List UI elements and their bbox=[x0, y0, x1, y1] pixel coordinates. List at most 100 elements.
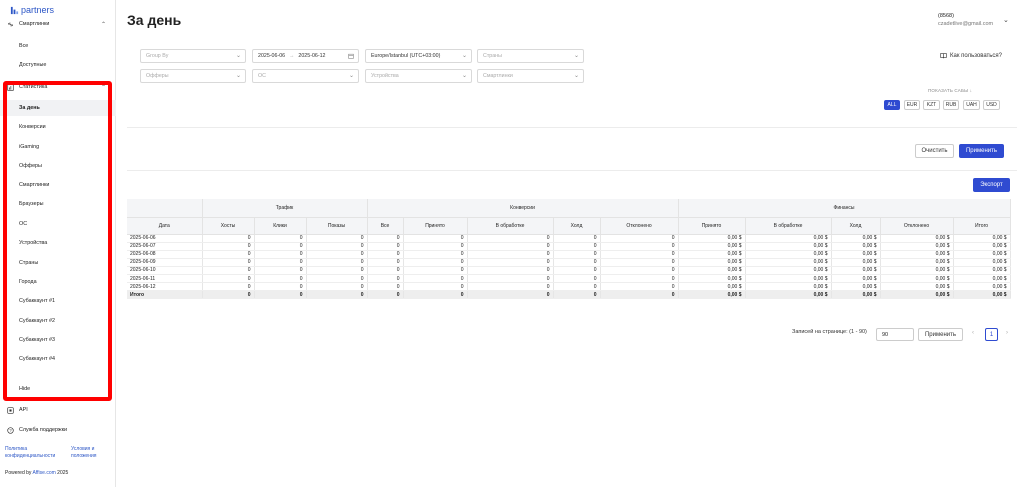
table-cell: 0 bbox=[202, 290, 255, 300]
table-cell: 0 bbox=[202, 282, 255, 292]
table-cell: 0 bbox=[254, 290, 307, 300]
pagination-apply-button[interactable]: Применить bbox=[918, 328, 963, 341]
next-page-icon[interactable]: › bbox=[1006, 330, 1008, 336]
currency-all[interactable]: ALL bbox=[884, 100, 900, 110]
table-cell: 0,00 $ bbox=[831, 234, 881, 243]
timezone-select[interactable]: Europe/Istanbul (UTC+03:00) ⌄ bbox=[365, 49, 472, 63]
table-cell: 0 bbox=[600, 282, 679, 292]
export-button[interactable]: Экспорт bbox=[973, 178, 1010, 192]
brand-logo[interactable]: partners bbox=[10, 5, 54, 15]
table-cell: 0,00 $ bbox=[745, 282, 832, 292]
divider bbox=[127, 127, 1017, 128]
logo-icon bbox=[10, 6, 19, 14]
table-group-traffic: Трафик bbox=[202, 199, 368, 218]
user-menu[interactable]: (8568) czadetlive@gmail.com bbox=[938, 12, 993, 28]
offers-select[interactable]: Офферы ⌄ bbox=[140, 69, 246, 83]
countries-select[interactable]: Страны ⌄ bbox=[477, 49, 584, 63]
os-placeholder: ОС bbox=[258, 73, 266, 79]
column-header[interactable]: Итого bbox=[953, 217, 1011, 235]
howto-link[interactable]: Как пользоваться? bbox=[940, 52, 1002, 59]
table-cell: 0 bbox=[600, 242, 679, 251]
column-header[interactable]: Все bbox=[367, 217, 404, 235]
column-header[interactable]: Клики bbox=[254, 217, 307, 235]
group-by-select[interactable]: Group By ⌄ bbox=[140, 49, 246, 63]
column-header[interactable]: Принято bbox=[403, 217, 468, 235]
currency-kzt[interactable]: KZT bbox=[923, 100, 940, 110]
table-cell: 0,00 $ bbox=[953, 250, 1011, 259]
currency-usd[interactable]: USD bbox=[983, 100, 1000, 110]
table-cell: 0 bbox=[254, 234, 307, 243]
sidebar-item-smartlinks[interactable]: Смартлинки ⌃ bbox=[0, 18, 116, 30]
currency-uah[interactable]: UAH bbox=[963, 100, 980, 110]
api-icon bbox=[7, 406, 14, 414]
sidebar-item-support[interactable]: ? Служба поддержки bbox=[0, 424, 116, 436]
table-cell: 0,00 $ bbox=[678, 242, 746, 251]
sidebar-item-api[interactable]: API bbox=[0, 404, 116, 416]
table-cell: 0,00 $ bbox=[953, 266, 1011, 275]
currency-eur[interactable]: EUR bbox=[904, 100, 920, 110]
offers-placeholder: Офферы bbox=[146, 73, 169, 79]
affise-link[interactable]: Affise.com bbox=[33, 470, 56, 476]
table-cell: 0 bbox=[306, 234, 368, 243]
column-header[interactable]: Холд bbox=[553, 217, 601, 235]
table-cell: 0 bbox=[403, 258, 468, 267]
table-cell: 0 bbox=[553, 274, 601, 284]
table-cell: 0 bbox=[553, 258, 601, 267]
table-cell: 0 bbox=[403, 242, 468, 251]
date-range-picker[interactable]: 2025-06-06 → 2025-06-12 bbox=[252, 49, 359, 63]
table-cell: 0 bbox=[553, 234, 601, 243]
column-header[interactable]: Принято bbox=[678, 217, 746, 235]
page-number-current[interactable]: 1 bbox=[985, 328, 998, 341]
divider bbox=[127, 170, 1017, 171]
table-cell: 0 bbox=[553, 266, 601, 275]
chevron-down-icon[interactable]: ⌄ bbox=[1003, 16, 1009, 24]
table-cell: 0 bbox=[306, 274, 368, 284]
table-cell: 0 bbox=[367, 242, 404, 251]
table-cell: 0 bbox=[306, 266, 368, 275]
table-body: 2025-06-06 0 0 0 0 0 0 0 0 0,00 $0,00 $0,00 $0,00… bbox=[127, 234, 1011, 300]
column-header[interactable]: Показы bbox=[306, 217, 368, 235]
column-header[interactable]: Дата bbox=[127, 217, 203, 235]
column-header[interactable]: В обработке bbox=[745, 217, 832, 235]
table-row: 2025-06-11 0 0 0 0 0 0 0 0 0,00 $0,00 $0,00 $0,00… bbox=[127, 274, 1011, 284]
column-header[interactable]: Отклонено bbox=[880, 217, 954, 235]
sidebar-item-available[interactable]: Доступные bbox=[0, 59, 116, 71]
column-header[interactable]: Отклонено bbox=[600, 217, 679, 235]
devices-select[interactable]: Устройства ⌄ bbox=[365, 69, 472, 83]
table-cell: 0 bbox=[467, 234, 554, 243]
table-cell: 0 bbox=[553, 250, 601, 259]
show-subs-toggle[interactable]: ПОКАЗАТЬ САБЫ ↓ bbox=[928, 88, 972, 93]
page-size-input[interactable]: 90 bbox=[876, 328, 914, 341]
table-cell: 0 bbox=[553, 290, 601, 300]
table-cell: 0 bbox=[367, 250, 404, 259]
smartlinks-select[interactable]: Смартлинки ⌄ bbox=[477, 69, 584, 83]
column-header[interactable]: Хосты bbox=[202, 217, 255, 235]
table-cell: 0 bbox=[553, 242, 601, 251]
table-cell: 0 bbox=[600, 290, 679, 300]
prev-page-icon[interactable]: ‹ bbox=[972, 330, 974, 336]
table-cell: 0 bbox=[202, 250, 255, 259]
table-cell: 2025-06-07 bbox=[127, 242, 203, 251]
table-cell: 0 bbox=[467, 282, 554, 292]
column-header[interactable]: В обработке bbox=[467, 217, 554, 235]
column-header[interactable]: Холд bbox=[831, 217, 881, 235]
terms-link[interactable]: Условия и положения bbox=[71, 446, 96, 460]
help-icon: ? bbox=[7, 426, 14, 434]
clear-button[interactable]: Очистить bbox=[915, 144, 954, 158]
sidebar: partners Смартлинки ⌃ Все Доступные Стат… bbox=[0, 0, 116, 487]
chevron-down-icon: ⌄ bbox=[573, 53, 579, 59]
sidebar-item-all[interactable]: Все bbox=[0, 40, 116, 52]
table-cell: 0,00 $ bbox=[953, 234, 1011, 243]
table-cell: 0 bbox=[202, 266, 255, 275]
table-cell: 0 bbox=[202, 242, 255, 251]
link-icon bbox=[8, 22, 13, 26]
os-select[interactable]: ОС ⌄ bbox=[252, 69, 359, 83]
apply-button[interactable]: Применить bbox=[959, 144, 1004, 158]
table-cell: 0 bbox=[600, 250, 679, 259]
privacy-link[interactable]: Политика конфиденциальности bbox=[5, 446, 55, 460]
table-cell: 0 bbox=[254, 258, 307, 267]
table-cell: 0,00 $ bbox=[953, 242, 1011, 251]
sidebar-item-label: Все bbox=[19, 43, 29, 49]
currency-rub[interactable]: RUB bbox=[943, 100, 959, 110]
table-cell: 0 bbox=[403, 274, 468, 284]
